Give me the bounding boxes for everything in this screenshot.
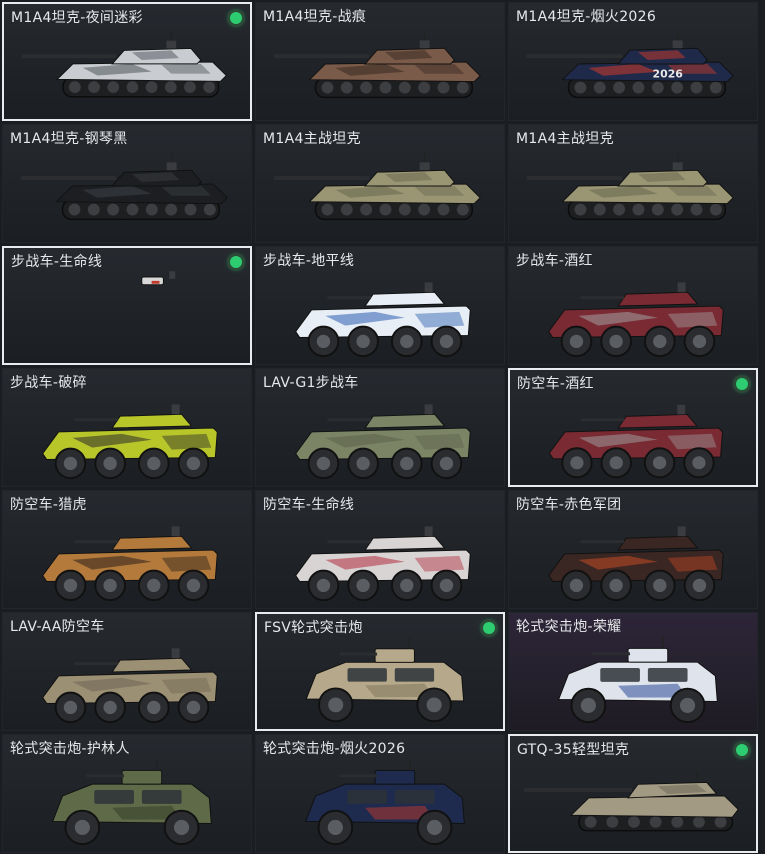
- vehicle-skin-card[interactable]: 防空车-猎虎: [2, 490, 252, 609]
- tank-vehicle-image: [526, 152, 734, 221]
- tank-decal-text: 2026: [653, 68, 683, 81]
- vehicle-skin-card[interactable]: M1A4坦克-战痕: [255, 2, 505, 121]
- vehicle-skin-name: 防空车-生命线: [263, 497, 355, 513]
- armored-vehicle-image: [304, 758, 465, 846]
- vehicle-skin-name: LAV-AA防空车: [10, 619, 105, 635]
- apc-vehicle-image: [295, 282, 471, 358]
- apc-vehicle-image: [42, 526, 218, 602]
- vehicle-skin-card[interactable]: 轮式突击炮-荣耀: [508, 612, 758, 731]
- vehicle-skin-card[interactable]: FSV轮式突击炮: [255, 612, 505, 731]
- vehicle-skin-card[interactable]: LAV-G1步战车: [255, 368, 505, 487]
- vehicle-skin-card[interactable]: 轮式突击炮-护林人: [2, 734, 252, 853]
- vehicle-skin-name: M1A4坦克-钢琴黑: [10, 131, 128, 147]
- armored-vehicle-image: [51, 758, 212, 846]
- vehicle-skin-card[interactable]: GTQ-35轻型坦克: [508, 734, 758, 853]
- apc-vehicle-image: [548, 404, 724, 479]
- apc-vehicle-image: [295, 526, 471, 602]
- vehicle-skin-card[interactable]: M1A4坦克-夜间迷彩: [2, 2, 252, 121]
- vehicle-skin-name: 步战车-破碎: [10, 375, 87, 391]
- vehicle-skin-name: 步战车-酒红: [516, 253, 593, 269]
- vehicle-skin-name: 步战车-地平线: [263, 253, 355, 269]
- vehicle-skin-grid: M1A4坦克-夜间迷彩 M1A4坦克-战痕 2026 M1A4坦克-烟火2026 M1A…: [2, 2, 763, 854]
- equipped-indicator-icon: [483, 622, 495, 634]
- vehicle-skin-card[interactable]: 步战车-破碎: [2, 368, 252, 487]
- vehicle-skin-card[interactable]: M1A4主战坦克: [508, 124, 758, 243]
- equipped-indicator-icon: [230, 12, 242, 24]
- vehicle-skin-card[interactable]: M1A4主战坦克: [255, 124, 505, 243]
- vehicle-skin-name: M1A4主战坦克: [516, 131, 614, 147]
- apc-vehicle-image: [548, 282, 724, 358]
- equipped-indicator-icon: [736, 378, 748, 390]
- vehicle-skin-name: 轮式突击炮-烟火2026: [263, 741, 406, 757]
- vehicle-skin-name: FSV轮式突击炮: [264, 620, 363, 636]
- vehicle-skin-card[interactable]: 防空车-酒红: [508, 368, 758, 487]
- light-vehicle-image: [523, 770, 739, 832]
- vehicle-skin-card[interactable]: 轮式突击炮-烟火2026: [255, 734, 505, 853]
- small-vehicle-image: [141, 271, 176, 286]
- vehicle-skin-card[interactable]: 防空车-生命线: [255, 490, 505, 609]
- vehicle-skin-card[interactable]: 步战车-生命线: [2, 246, 252, 365]
- vehicle-skin-card[interactable]: 步战车-酒红: [508, 246, 758, 365]
- vehicle-skin-name: 防空车-猎虎: [10, 497, 87, 513]
- equipped-indicator-icon: [736, 744, 748, 756]
- armored-vehicle-image: [305, 637, 465, 723]
- vehicle-skin-name: 防空车-酒红: [517, 376, 594, 392]
- vehicle-skin-name: 防空车-赤色军团: [516, 497, 622, 513]
- tank-vehicle-image: [21, 31, 228, 98]
- vehicle-skin-name: M1A4坦克-战痕: [263, 9, 367, 25]
- armored-vehicle-image: [557, 636, 718, 724]
- vehicle-skin-name: 轮式突击炮-荣耀: [516, 619, 622, 635]
- vehicle-skin-card[interactable]: LAV-AA防空车: [2, 612, 252, 731]
- tank-vehicle-image: [20, 152, 228, 221]
- apc-vehicle-image: [42, 404, 218, 480]
- vehicle-skin-name: LAV-G1步战车: [263, 375, 359, 391]
- vehicle-skin-card[interactable]: 2026 M1A4坦克-烟火2026: [508, 2, 758, 121]
- equipped-indicator-icon: [230, 256, 242, 268]
- vehicle-skin-name: M1A4主战坦克: [263, 131, 361, 147]
- vehicle-skin-name: 轮式突击炮-护林人: [10, 741, 130, 757]
- vehicle-skin-name: GTQ-35轻型坦克: [517, 742, 630, 758]
- tank-vehicle-image: [273, 30, 481, 99]
- vehicle-skin-card[interactable]: 防空车-赤色军团: [508, 490, 758, 609]
- vehicle-skin-card[interactable]: M1A4坦克-钢琴黑: [2, 124, 252, 243]
- apc-vehicle-image: [295, 404, 471, 480]
- tank-vehicle-image: 2026: [526, 30, 734, 99]
- apc-vehicle-image: [42, 648, 218, 724]
- apc-vehicle-image: [548, 526, 724, 602]
- vehicle-skin-card[interactable]: 步战车-地平线: [255, 246, 505, 365]
- vehicle-skin-name: M1A4坦克-夜间迷彩: [11, 10, 143, 26]
- vehicle-skin-name: M1A4坦克-烟火2026: [516, 9, 657, 25]
- tank-vehicle-image: [273, 152, 481, 221]
- vehicle-skin-name: 步战车-生命线: [11, 254, 103, 270]
